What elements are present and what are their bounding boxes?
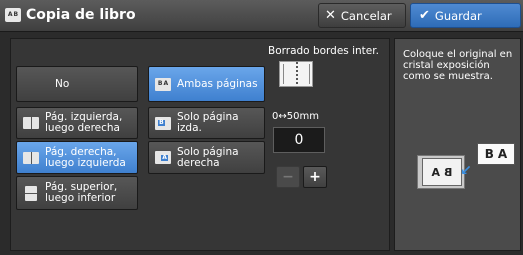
option-left-only[interactable]: B Solo página izda. bbox=[148, 107, 265, 139]
arrow-icon: ↙ bbox=[460, 163, 472, 179]
option-no[interactable]: No bbox=[16, 66, 138, 102]
range-label: 0↔50mm bbox=[272, 111, 319, 122]
placement-illustration: A B ↙ B A bbox=[417, 143, 515, 193]
original-book: A B bbox=[422, 158, 462, 186]
option-right-then-left[interactable]: Pág. derecha, luego izquierda bbox=[16, 141, 138, 174]
output-letter: B bbox=[484, 147, 494, 161]
cancel-button[interactable]: ✕ Cancelar bbox=[318, 3, 406, 28]
right-page-icon: A bbox=[155, 151, 171, 164]
book-copy-icon: AB bbox=[5, 8, 21, 22]
x-icon: ✕ bbox=[325, 8, 336, 23]
option-right-then-left-label: Pág. derecha, luego izquierda bbox=[45, 145, 126, 169]
cancel-label: Cancelar bbox=[340, 8, 392, 23]
glass-letter: A bbox=[431, 165, 441, 179]
window-title: Copia de libro bbox=[26, 7, 136, 23]
option-both-pages-label: Ambas páginas bbox=[177, 77, 258, 90]
output-letter: A bbox=[497, 147, 508, 161]
erase-label: Borrado bordes inter. bbox=[268, 45, 379, 57]
option-top-then-bottom-label: Pág. superior, luego inferior bbox=[45, 181, 118, 204]
instruction-text: Coloque el original en cristal exposició… bbox=[403, 49, 513, 82]
option-right-only-label: Solo página derecha bbox=[177, 145, 239, 169]
option-left-then-right-label: Pág. izquierda, luego derecha bbox=[45, 111, 123, 134]
checkmark-icon: ✔ bbox=[419, 8, 430, 23]
save-button[interactable]: ✔ Guardar bbox=[410, 3, 521, 28]
decrement-button[interactable]: − bbox=[276, 166, 300, 188]
vertical-book-icon bbox=[23, 185, 39, 201]
option-top-then-bottom[interactable]: Pág. superior, luego inferior bbox=[16, 176, 138, 210]
option-right-only[interactable]: A Solo página derecha bbox=[148, 141, 265, 174]
output-sheet: B A bbox=[477, 143, 515, 165]
center-erase-icon bbox=[279, 61, 313, 87]
both-pages-icon: BA bbox=[155, 77, 171, 91]
open-book-icon bbox=[23, 151, 39, 164]
erase-value-field[interactable]: 0 bbox=[273, 127, 325, 153]
platen-glass: A B bbox=[417, 155, 465, 189]
left-page-icon: B bbox=[155, 116, 171, 130]
title-bar: AB Copia de libro ✕ Cancelar ✔ Guardar bbox=[0, 0, 523, 32]
glass-letter: B bbox=[444, 165, 453, 179]
option-left-only-label: Solo página izda. bbox=[177, 111, 239, 134]
option-left-then-right[interactable]: Pág. izquierda, luego derecha bbox=[16, 107, 138, 139]
open-book-icon bbox=[23, 117, 39, 130]
instruction-panel: Coloque el original en cristal exposició… bbox=[394, 38, 521, 251]
save-label: Guardar bbox=[434, 8, 482, 23]
option-both-pages[interactable]: BA Ambas páginas bbox=[148, 66, 265, 102]
increment-button[interactable]: + bbox=[303, 166, 327, 188]
option-no-label: No bbox=[55, 77, 70, 90]
